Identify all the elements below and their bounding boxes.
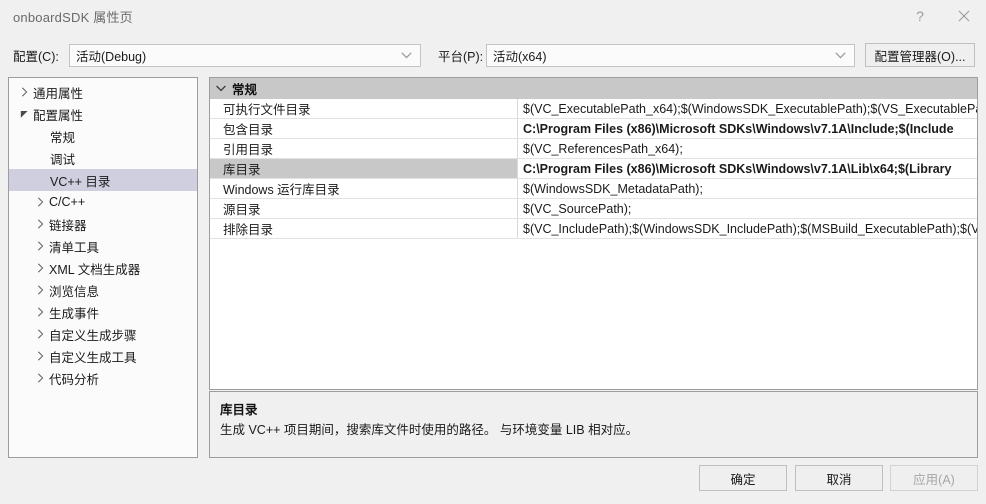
grid-row[interactable]: Windows 运行库目录 $(WindowsSDK_MetadataPath); bbox=[210, 179, 977, 199]
grid-row-name: 包含目录 bbox=[210, 119, 518, 138]
tree-item-7[interactable]: 清单工具 bbox=[9, 235, 197, 257]
tree-item-label: VC++ 目录 bbox=[50, 174, 111, 189]
description-title: 库目录 bbox=[220, 403, 258, 417]
tree-item-9[interactable]: 浏览信息 bbox=[9, 279, 197, 301]
grid-row-name: 可执行文件目录 bbox=[210, 99, 518, 118]
grid-row[interactable]: 库目录 C:\Program Files (x86)\Microsoft SDKs… bbox=[210, 159, 977, 179]
grid-row-name: 引用目录 bbox=[210, 139, 518, 158]
window-title: onboardSDK 属性页 bbox=[13, 9, 133, 25]
dialog-footer: 确定 取消 应用(A) bbox=[0, 465, 986, 499]
property-tree-panel[interactable]: 通用属性配置属性常规调试 VC++ 目录 C/C++ 链接器清单工具 XML 文档生成器… bbox=[8, 77, 198, 458]
tree-item-10[interactable]: 生成事件 bbox=[9, 301, 197, 323]
chevron-right-icon[interactable] bbox=[15, 87, 33, 97]
tree-item-label: C/C++ bbox=[49, 195, 86, 209]
cancel-button[interactable]: 取消 bbox=[795, 465, 883, 491]
tree-item-label: 常规 bbox=[50, 130, 76, 145]
grid-row[interactable]: 引用目录 $(VC_ReferencesPath_x64); bbox=[210, 139, 977, 159]
grid-row-name: Windows 运行库目录 bbox=[210, 179, 518, 198]
tree-item-label: 清单工具 bbox=[49, 240, 100, 255]
chevron-right-icon[interactable] bbox=[31, 263, 49, 273]
configuration-combobox[interactable]: 活动(Debug) bbox=[69, 43, 421, 67]
tree-item-3[interactable]: 调试 bbox=[9, 147, 197, 169]
tree-item-label: 生成事件 bbox=[49, 306, 100, 321]
property-grid-panel[interactable]: 常规 可执行文件目录 $(VC_ExecutablePath_x64);$(Win… bbox=[209, 77, 978, 390]
grid-row-value[interactable]: $(VC_SourcePath); bbox=[518, 199, 977, 218]
grid-row-name: 排除目录 bbox=[210, 219, 518, 238]
tree-item-label: 配置属性 bbox=[33, 108, 84, 123]
title-bar-buttons: ? bbox=[898, 0, 986, 32]
tree-item-12[interactable]: 自定义生成工具 bbox=[9, 345, 197, 367]
grid-row[interactable]: 源目录 $(VC_SourcePath); bbox=[210, 199, 977, 219]
grid-row-name: 库目录 bbox=[210, 159, 518, 178]
chevron-right-icon[interactable] bbox=[31, 351, 49, 361]
grid-row-value[interactable]: $(VC_ExecutablePath_x64);$(WindowsSDK_Ex… bbox=[518, 99, 977, 118]
tree-item-2[interactable]: 常规 bbox=[9, 125, 197, 147]
tree-item-label: 自定义生成步骤 bbox=[49, 328, 137, 343]
tree-item-5[interactable]: C/C++ bbox=[9, 191, 197, 213]
tree-item-13[interactable]: 代码分析 bbox=[9, 367, 197, 389]
tree-item-6[interactable]: 链接器 bbox=[9, 213, 197, 235]
tree-item-label: 调试 bbox=[50, 152, 76, 167]
triangle-down-icon[interactable] bbox=[15, 110, 33, 119]
tree-item-0[interactable]: 通用属性 bbox=[9, 81, 197, 103]
platform-combobox[interactable]: 活动(x64) bbox=[486, 43, 855, 67]
ok-button[interactable]: 确定 bbox=[699, 465, 787, 491]
grid-group-header[interactable]: 常规 bbox=[210, 78, 977, 99]
chevron-right-icon[interactable] bbox=[31, 373, 49, 383]
grid-row-value[interactable]: $(VC_ReferencesPath_x64); bbox=[518, 139, 977, 158]
grid-row[interactable]: 可执行文件目录 $(VC_ExecutablePath_x64);$(Window… bbox=[210, 99, 977, 119]
close-button[interactable] bbox=[942, 0, 986, 32]
tree-item-4[interactable]: VC++ 目录 bbox=[9, 169, 197, 191]
platform-label: 平台(P): bbox=[438, 49, 484, 64]
property-tree-list: 通用属性配置属性常规调试 VC++ 目录 C/C++ 链接器清单工具 XML 文档生成器… bbox=[9, 81, 197, 389]
chevron-down-icon bbox=[835, 45, 846, 66]
title-bar: onboardSDK 属性页 ? bbox=[0, 0, 986, 32]
grid-row-value[interactable]: C:\Program Files (x86)\Microsoft SDKs\Wi… bbox=[518, 159, 977, 178]
chevron-down-icon bbox=[401, 45, 412, 66]
tree-item-label: 代码分析 bbox=[49, 372, 100, 387]
chevron-right-icon[interactable] bbox=[31, 329, 49, 339]
grid-row-value[interactable]: $(VC_IncludePath);$(WindowsSDK_IncludePa… bbox=[518, 219, 977, 238]
tree-item-8[interactable]: XML 文档生成器 bbox=[9, 257, 197, 279]
tree-item-label: 通用属性 bbox=[33, 86, 84, 101]
grid-group-header-label: 常规 bbox=[232, 83, 258, 97]
chevron-right-icon[interactable] bbox=[31, 307, 49, 317]
tree-item-label: 浏览信息 bbox=[49, 284, 100, 299]
description-body: 生成 VC++ 项目期间，搜索库文件时使用的路径。 与环境变量 LIB 相对应。 bbox=[220, 423, 639, 437]
tree-item-1[interactable]: 配置属性 bbox=[9, 103, 197, 125]
tree-item-label: XML 文档生成器 bbox=[49, 262, 141, 277]
grid-row-value[interactable]: C:\Program Files (x86)\Microsoft SDKs\Wi… bbox=[518, 119, 977, 138]
grid-row-name: 源目录 bbox=[210, 199, 518, 218]
description-panel: 库目录 生成 VC++ 项目期间，搜索库文件时使用的路径。 与环境变量 LIB … bbox=[209, 391, 978, 458]
grid-row[interactable]: 包含目录 C:\Program Files (x86)\Microsoft SDK… bbox=[210, 119, 977, 139]
config-manager-button[interactable]: 配置管理器(O)... bbox=[865, 43, 975, 67]
chevron-right-icon[interactable] bbox=[31, 241, 49, 251]
grid-row-value[interactable]: $(WindowsSDK_MetadataPath); bbox=[518, 179, 977, 198]
platform-value: 活动(x64) bbox=[493, 49, 547, 64]
chevron-down-icon bbox=[210, 85, 232, 92]
grid-rows: 可执行文件目录 $(VC_ExecutablePath_x64);$(Window… bbox=[210, 99, 977, 239]
question-mark-icon: ? bbox=[916, 8, 924, 24]
apply-button: 应用(A) bbox=[890, 465, 978, 491]
configuration-value: 活动(Debug) bbox=[76, 49, 147, 64]
tree-item-label: 自定义生成工具 bbox=[49, 350, 137, 365]
chevron-right-icon[interactable] bbox=[31, 285, 49, 295]
close-icon bbox=[958, 10, 970, 22]
chevron-right-icon[interactable] bbox=[31, 197, 49, 207]
configuration-label: 配置(C): bbox=[13, 49, 59, 64]
tree-item-11[interactable]: 自定义生成步骤 bbox=[9, 323, 197, 345]
help-button[interactable]: ? bbox=[898, 0, 942, 32]
grid-row[interactable]: 排除目录 $(VC_IncludePath);$(WindowsSDK_Inclu… bbox=[210, 219, 977, 239]
configuration-bar: 配置(C): 活动(Debug) 平台(P): 活动(x64) 配置管理器(O)… bbox=[0, 40, 986, 70]
tree-item-label: 链接器 bbox=[49, 218, 87, 233]
chevron-right-icon[interactable] bbox=[31, 219, 49, 229]
